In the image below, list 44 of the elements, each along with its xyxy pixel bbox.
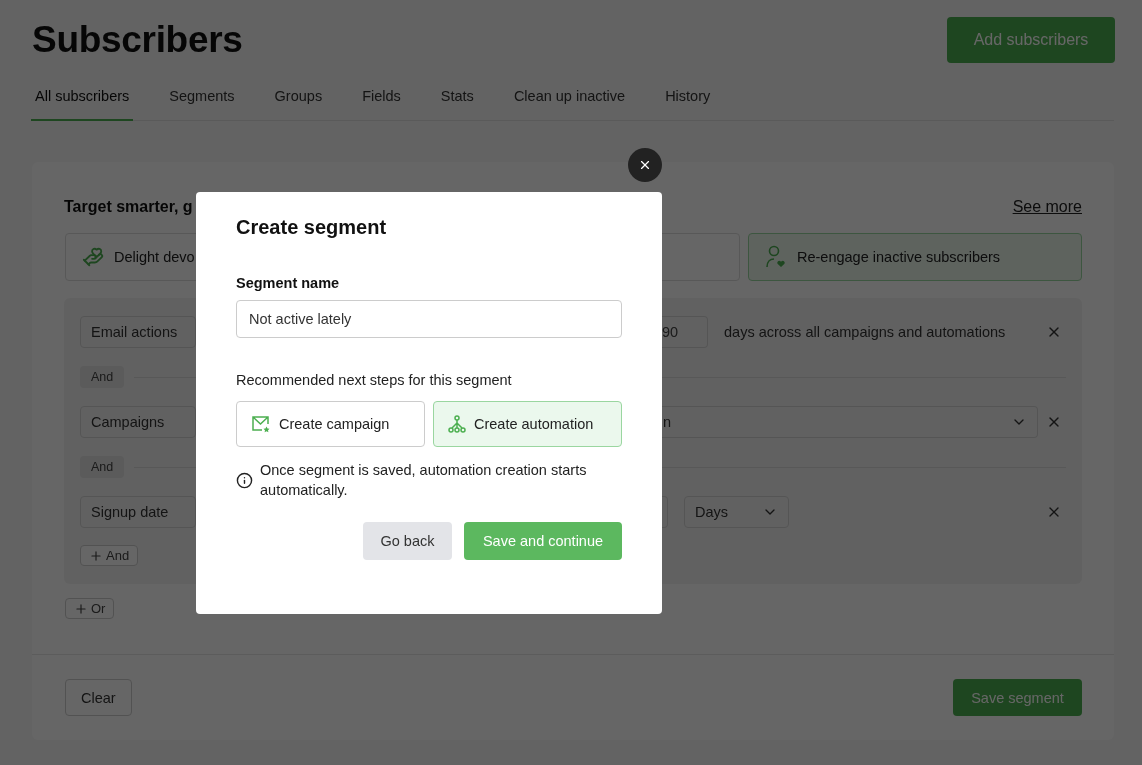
- save-segment-button[interactable]: Save segment: [953, 679, 1082, 716]
- info-icon: [236, 471, 253, 489]
- see-more-link[interactable]: See more: [1012, 198, 1082, 216]
- preset-label: Re-engage inactive subscribers: [797, 249, 1001, 265]
- select-field[interactable]: Campaigns: [80, 406, 196, 438]
- rule-text: days across all campaigns and automations: [724, 324, 1006, 340]
- envelope-star-icon: [251, 415, 271, 433]
- field-label: Segment name: [236, 275, 341, 291]
- select-field[interactable]: Days: [684, 496, 789, 528]
- select-field[interactable]: n: [661, 406, 1038, 438]
- tab[interactable]: Fields: [358, 75, 405, 121]
- and-label: And: [80, 456, 125, 478]
- plus-icon: [74, 601, 88, 616]
- preset-card[interactable]: Re-engage inactive subscribers: [748, 233, 1082, 281]
- plus-icon: [89, 548, 103, 563]
- tab[interactable]: Segments: [165, 75, 239, 121]
- select-field[interactable]: Email actions: [80, 316, 196, 348]
- tab[interactable]: All subscribers: [31, 75, 134, 121]
- go-back-button[interactable]: Go back: [363, 522, 452, 560]
- add-subscribers-button[interactable]: Add subscribers: [947, 17, 1115, 63]
- tab[interactable]: Groups: [270, 75, 327, 121]
- page-title: Subscribers: [32, 19, 243, 61]
- step-option[interactable]: Create automation: [433, 401, 622, 447]
- dialog-title: Create segment: [236, 216, 388, 240]
- clear-button[interactable]: Clear: [65, 679, 132, 716]
- hand-heart-icon: [82, 246, 104, 268]
- close-button[interactable]: [628, 148, 662, 182]
- section-heading: Target smarter, g: [64, 198, 193, 216]
- steps-label: Recommended next steps for this segment: [236, 372, 513, 388]
- tab[interactable]: Stats: [436, 75, 478, 121]
- preset-label: Delight devo: [114, 249, 195, 265]
- tab[interactable]: Clean up inactive: [509, 75, 630, 121]
- segment-name-field[interactable]: Not active lately: [236, 300, 622, 338]
- tab[interactable]: History: [661, 75, 715, 121]
- note-text: Once segment is saved, automation creation starts automatically.: [260, 461, 588, 500]
- close-icon: [638, 158, 652, 172]
- select-field[interactable]: Signup date: [80, 496, 196, 528]
- add-or-button[interactable]: Or: [65, 598, 115, 619]
- step-option[interactable]: Create campaign: [236, 401, 425, 447]
- user-heart-icon: [765, 245, 787, 269]
- and-label: And: [80, 366, 125, 388]
- save-continue-button[interactable]: Save and continue: [464, 522, 622, 560]
- add-and-button[interactable]: And: [80, 545, 139, 566]
- workflow-icon: [448, 415, 466, 433]
